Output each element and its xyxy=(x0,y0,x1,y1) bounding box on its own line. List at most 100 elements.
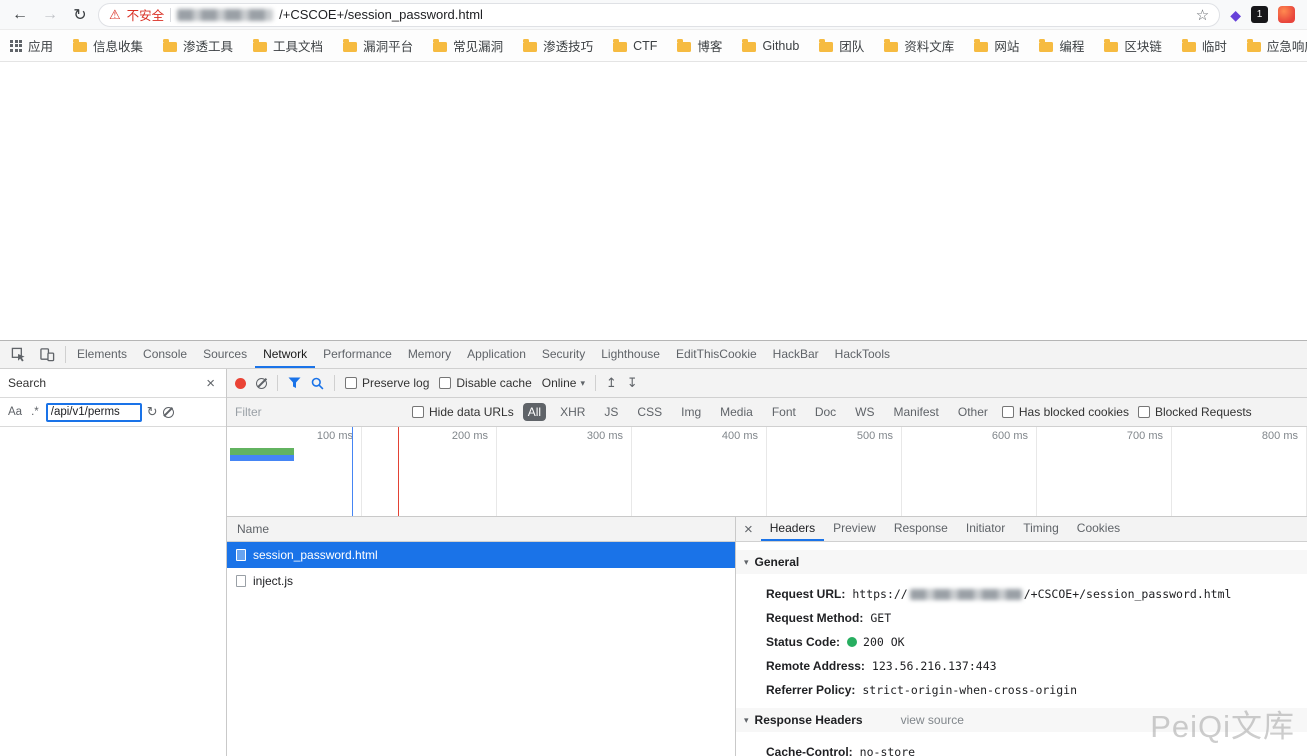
back-button[interactable]: ← xyxy=(8,6,32,24)
bookmark-folder[interactable]: 博客 xyxy=(677,36,722,55)
timeline-tick: 100 ms xyxy=(227,427,362,516)
tab-console[interactable]: Console xyxy=(135,341,195,368)
details-tab-headers[interactable]: Headers xyxy=(761,517,824,541)
response-headers-section-title: Response Headers xyxy=(755,713,863,727)
view-source-link[interactable]: view source xyxy=(901,713,964,727)
has-blocked-cookies-label: Has blocked cookies xyxy=(1019,405,1129,419)
tab-performance[interactable]: Performance xyxy=(315,341,400,368)
filter-type-js[interactable]: JS xyxy=(599,403,623,421)
import-har-icon[interactable]: ↥ xyxy=(606,375,617,391)
inspect-element-icon[interactable] xyxy=(4,341,33,368)
search-input[interactable] xyxy=(46,403,142,422)
apps-shortcut[interactable]: 应用 xyxy=(10,36,53,55)
red-extension-icon[interactable] xyxy=(1278,6,1295,23)
tab-hackbar[interactable]: HackBar xyxy=(765,341,827,368)
filter-type-img[interactable]: Img xyxy=(676,403,706,421)
tab-sources[interactable]: Sources xyxy=(195,341,255,368)
disable-cache-checkbox[interactable] xyxy=(439,377,451,389)
bookmark-label: 信息收集 xyxy=(93,36,143,55)
throttling-dropdown[interactable]: Online ▾ xyxy=(542,376,585,390)
tab-lighthouse[interactable]: Lighthouse xyxy=(593,341,668,368)
regex-toggle[interactable]: .* xyxy=(29,405,41,419)
address-bar[interactable]: ⚠ 不安全 /+CSCOE+/session_password.html ☆ xyxy=(98,3,1220,27)
hide-data-urls-checkbox[interactable] xyxy=(412,406,424,418)
filter-type-other[interactable]: Other xyxy=(953,403,993,421)
tab-security[interactable]: Security xyxy=(534,341,593,368)
match-case-toggle[interactable]: Aa xyxy=(6,405,24,419)
search-requests-icon[interactable] xyxy=(311,377,324,390)
network-timeline-overview[interactable]: 100 ms 200 ms 300 ms 400 ms 500 ms 600 m… xyxy=(227,427,1307,517)
details-tab-timing[interactable]: Timing xyxy=(1014,517,1068,541)
header-field: Referrer Policy: strict-origin-when-cros… xyxy=(736,678,1307,702)
bookmark-folder[interactable]: 团队 xyxy=(819,36,864,55)
bookmark-folder[interactable]: 网站 xyxy=(974,36,1019,55)
folder-icon xyxy=(433,42,447,52)
not-secure-warning-icon: ⚠ xyxy=(109,8,121,21)
clear-requests-icon[interactable] xyxy=(256,378,267,389)
filter-input[interactable] xyxy=(235,403,403,421)
devtools-panel: Elements Console Sources Network Perform… xyxy=(0,340,1307,756)
close-search-icon[interactable]: × xyxy=(203,375,218,392)
device-toolbar-icon[interactable] xyxy=(33,341,62,368)
requests-name-column-header[interactable]: Name xyxy=(227,517,735,542)
bookmark-folder[interactable]: 资料文库 xyxy=(884,36,954,55)
tab-elements[interactable]: Elements xyxy=(69,341,135,368)
bookmark-label: Github xyxy=(762,39,799,53)
has-blocked-cookies-checkbox[interactable] xyxy=(1002,406,1014,418)
bookmark-folder[interactable]: 编程 xyxy=(1039,36,1084,55)
bookmark-label: 区块链 xyxy=(1124,36,1162,55)
details-tab-cookies[interactable]: Cookies xyxy=(1068,517,1129,541)
request-row[interactable]: session_password.html xyxy=(227,542,735,568)
forward-button[interactable]: → xyxy=(38,6,62,24)
general-section-header[interactable]: ▾ General xyxy=(736,550,1307,574)
not-secure-label[interactable]: 不安全 xyxy=(127,5,165,24)
bookmark-star-icon[interactable]: ☆ xyxy=(1196,6,1209,24)
filter-type-manifest[interactable]: Manifest xyxy=(889,403,944,421)
bookmark-folder[interactable]: 信息收集 xyxy=(73,36,143,55)
filter-type-xhr[interactable]: XHR xyxy=(555,403,590,421)
tab-application[interactable]: Application xyxy=(459,341,534,368)
details-tab-initiator[interactable]: Initiator xyxy=(957,517,1014,541)
tab-network[interactable]: Network xyxy=(255,341,315,368)
bookmark-folder[interactable]: CTF xyxy=(613,39,657,53)
purple-extension-icon[interactable]: ◆ xyxy=(1230,8,1241,22)
bookmark-folder[interactable]: 常见漏洞 xyxy=(433,36,503,55)
details-tab-preview[interactable]: Preview xyxy=(824,517,885,541)
status-ok-dot-icon xyxy=(847,637,857,647)
field-value: https:// /+CSCOE+/session_password.html xyxy=(852,587,1231,601)
filter-type-media[interactable]: Media xyxy=(715,403,758,421)
bookmark-folder[interactable]: 应急响应 xyxy=(1247,36,1307,55)
clear-search-icon[interactable] xyxy=(163,407,174,418)
tab-memory[interactable]: Memory xyxy=(400,341,459,368)
request-row[interactable]: inject.js xyxy=(227,568,735,594)
filter-type-css[interactable]: CSS xyxy=(632,403,667,421)
details-tab-response[interactable]: Response xyxy=(885,517,957,541)
close-details-icon[interactable]: × xyxy=(736,517,761,541)
bookmark-folder[interactable]: 渗透工具 xyxy=(163,36,233,55)
folder-icon xyxy=(1039,42,1053,52)
reload-button[interactable]: ↻ xyxy=(68,5,92,25)
response-headers-section-header[interactable]: ▾ Response Headers view source xyxy=(736,708,1307,732)
bookmark-folder[interactable]: 漏洞平台 xyxy=(343,36,413,55)
throttling-value: Online xyxy=(542,376,577,390)
bookmark-folder[interactable]: 临时 xyxy=(1182,36,1227,55)
export-har-icon[interactable]: ↧ xyxy=(627,375,638,391)
bookmark-folder[interactable]: 区块链 xyxy=(1104,36,1162,55)
filter-funnel-icon[interactable] xyxy=(288,377,301,389)
bookmark-folder[interactable]: 工具文档 xyxy=(253,36,323,55)
tab-hacktools[interactable]: HackTools xyxy=(827,341,898,368)
bookmark-folder[interactable]: 渗透技巧 xyxy=(523,36,593,55)
record-icon[interactable] xyxy=(235,378,246,389)
filter-type-doc[interactable]: Doc xyxy=(810,403,841,421)
tab-editthiscookie[interactable]: EditThisCookie xyxy=(668,341,765,368)
bookmark-folder[interactable]: Github xyxy=(742,39,799,53)
bookmark-label: 团队 xyxy=(839,36,864,55)
search-panel: Search × Aa .* ↻ xyxy=(0,369,227,756)
filter-type-font[interactable]: Font xyxy=(767,403,801,421)
blocked-requests-checkbox[interactable] xyxy=(1138,406,1150,418)
preserve-log-checkbox[interactable] xyxy=(345,377,357,389)
filter-type-ws[interactable]: WS xyxy=(850,403,879,421)
refresh-search-icon[interactable]: ↻ xyxy=(147,404,158,420)
black-extension-icon[interactable]: 1 xyxy=(1251,6,1268,23)
filter-type-all[interactable]: All xyxy=(523,403,546,421)
